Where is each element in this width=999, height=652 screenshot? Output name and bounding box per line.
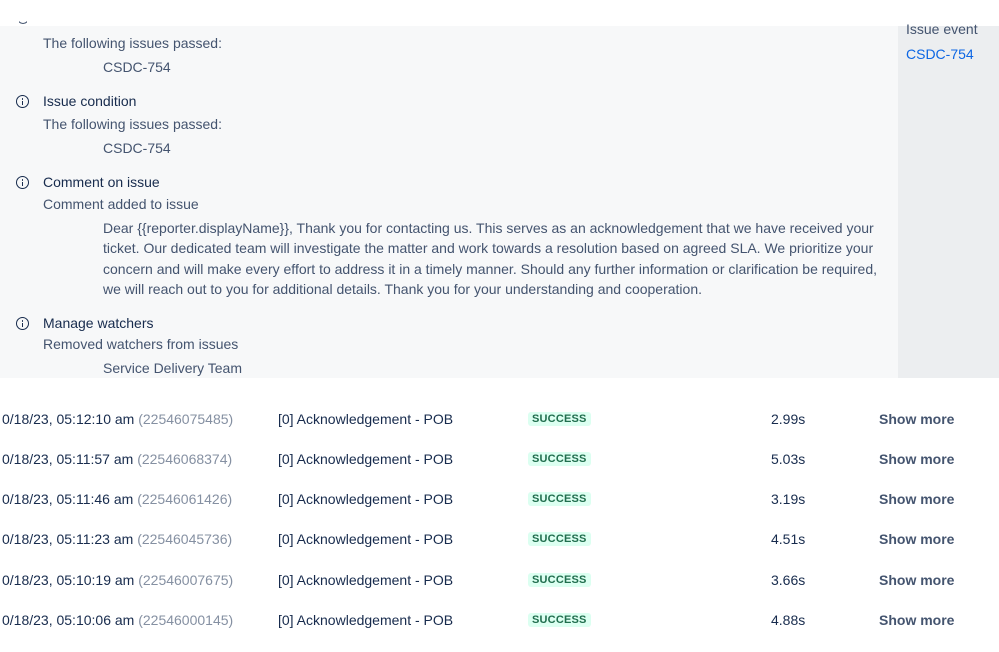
- component-value-issue-key: CSDC-754: [103, 59, 171, 75]
- component-title-issue-condition: Issue condition: [43, 93, 137, 109]
- status-badge: SUCCESS: [528, 412, 591, 426]
- execution-date: 0/18/23, 05:11:23 am (22546045736): [2, 531, 233, 547]
- execution-date: 0/18/23, 05:10:06 am (22546000145): [2, 612, 234, 628]
- execution-id: (22546045736): [137, 531, 233, 547]
- component-value-issue-key: CSDC-754: [103, 140, 171, 156]
- execution-date: 0/18/23, 05:12:10 am (22546075485): [2, 411, 234, 427]
- duration: 5.03s: [771, 451, 806, 467]
- execution-id: (22546075485): [138, 411, 234, 427]
- status-badge: SUCCESS: [528, 573, 591, 587]
- comment-body-text: Dear {{reporter.displayName}}, Thank you…: [103, 220, 878, 297]
- status-badge: SUCCESS: [528, 613, 591, 627]
- execution-date: 0/18/23, 05:10:19 am (22546007675): [2, 572, 234, 588]
- duration: 3.66s: [771, 572, 806, 588]
- execution-id: (22546007675): [138, 572, 234, 588]
- status-badge: SUCCESS: [528, 492, 591, 506]
- show-more-button[interactable]: Show more: [879, 572, 954, 588]
- info-icon: [16, 317, 29, 330]
- top-bar: [0, 0, 999, 26]
- rule-name: [0] Acknowledgement - POB: [278, 451, 454, 467]
- component-value-watcher: Service Delivery Team: [103, 360, 243, 376]
- execution-date: 0/18/23, 05:11:46 am (22546061426): [2, 491, 233, 507]
- rule-name: [0] Acknowledgement - POB: [278, 491, 454, 507]
- show-more-button[interactable]: Show more: [879, 451, 954, 467]
- duration: 4.51s: [771, 531, 806, 547]
- show-more-button[interactable]: Show more: [879, 531, 954, 547]
- rule-name: [0] Acknowledgement - POB: [278, 411, 454, 427]
- show-more-button[interactable]: Show more: [879, 612, 954, 628]
- duration: 4.88s: [771, 612, 806, 628]
- component-subtitle: Removed watchers from issues: [43, 336, 239, 352]
- execution-id: (22546068374): [137, 451, 233, 467]
- table-row[interactable]: 0/18/23, 05:12:10 am (22546075485) [0] A…: [0, 411, 999, 451]
- table-row[interactable]: 0/18/23, 05:11:57 am (22546068374) [0] A…: [0, 451, 999, 491]
- issue-key-link[interactable]: CSDC-754: [906, 46, 974, 62]
- details-sidebar: Issue event CSDC-754: [898, 21, 999, 378]
- table-row[interactable]: 0/18/23, 05:11:23 am (22546045736) [0] A…: [0, 531, 999, 571]
- rule-name: [0] Acknowledgement - POB: [278, 572, 454, 588]
- info-icon: [16, 176, 29, 189]
- status-badge: SUCCESS: [528, 532, 591, 546]
- component-subtitle: Comment added to issue: [43, 196, 199, 212]
- info-icon-partial: [19, 20, 27, 26]
- trigger-label: Issue event: [906, 21, 978, 37]
- rule-name: [0] Acknowledgement - POB: [278, 531, 454, 547]
- execution-id: (22546000145): [138, 612, 234, 628]
- component-title-manage-watchers: Manage watchers: [43, 315, 154, 331]
- component-title-comment-on-issue: Comment on issue: [43, 174, 160, 190]
- audit-log-details-panel: The following issues passed: CSDC-754 Is…: [0, 26, 898, 378]
- table-row[interactable]: 0/18/23, 05:10:06 am (22546000145) [0] A…: [0, 612, 999, 652]
- execution-id: (22546061426): [137, 491, 233, 507]
- show-more-button[interactable]: Show more: [879, 491, 954, 507]
- duration: 2.99s: [771, 411, 806, 427]
- table-row[interactable]: 0/18/23, 05:10:19 am (22546007675) [0] A…: [0, 572, 999, 612]
- status-badge: SUCCESS: [528, 452, 591, 466]
- rule-name: [0] Acknowledgement - POB: [278, 612, 454, 628]
- execution-date: 0/18/23, 05:11:57 am (22546068374): [2, 451, 233, 467]
- duration: 3.19s: [771, 491, 806, 507]
- table-row[interactable]: 0/18/23, 05:11:46 am (22546061426) [0] A…: [0, 491, 999, 531]
- component-subtitle: The following issues passed:: [43, 116, 222, 132]
- show-more-button[interactable]: Show more: [879, 411, 954, 427]
- component-subtitle: The following issues passed:: [43, 35, 222, 51]
- info-icon: [16, 95, 29, 108]
